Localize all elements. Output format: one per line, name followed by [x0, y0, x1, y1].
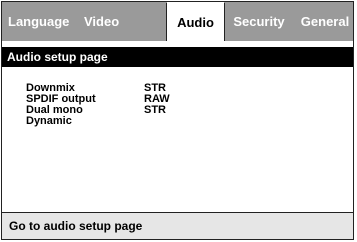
- tab-general[interactable]: General: [297, 2, 353, 41]
- settings-list: Downmix STR SPDIF output RAW Dual mono S…: [26, 83, 226, 127]
- tab-security[interactable]: Security: [224, 2, 294, 41]
- tab-audio[interactable]: Audio: [166, 2, 225, 41]
- tab-bar: Language Video Audio Security General: [2, 2, 353, 41]
- tab-video[interactable]: Video: [84, 2, 136, 41]
- setting-label: Dynamic: [26, 115, 72, 127]
- setting-value: STR: [144, 104, 166, 116]
- setting-row-dynamic[interactable]: Dynamic: [26, 116, 226, 127]
- tab-language[interactable]: Language: [8, 2, 82, 41]
- setup-menu-window: Language Video Audio Security General Au…: [1, 1, 354, 240]
- status-bar: Go to audio setup page: [2, 213, 353, 239]
- page-title: Audio setup page: [2, 47, 353, 67]
